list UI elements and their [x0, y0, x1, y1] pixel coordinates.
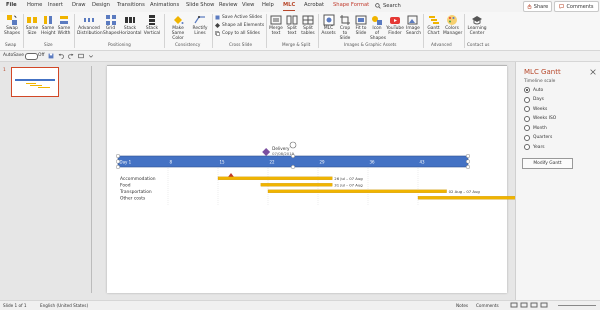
timeline-option[interactable]: Weeks	[524, 106, 547, 112]
task-bar	[267, 189, 447, 193]
task-label: Food	[120, 183, 131, 189]
timeline-option[interactable]: Auto	[524, 87, 543, 93]
tick-label: 29	[320, 160, 326, 165]
timeline-option[interactable]: Month	[524, 125, 547, 131]
tick-label: Day 1	[120, 160, 132, 165]
notes-button[interactable]: Notes	[456, 303, 468, 308]
selection-handle	[291, 164, 296, 169]
task-range-label: 02 Aug – 07 Aug	[449, 189, 481, 194]
comments-status-button[interactable]: Comments	[476, 303, 499, 308]
timeline-option-label: Weeks ISO	[533, 116, 557, 121]
selection-handle	[466, 159, 471, 164]
radio-button[interactable]	[524, 115, 530, 122]
tick-label: 15	[220, 160, 226, 165]
selection-handle	[466, 164, 471, 169]
selection-handle	[115, 153, 120, 158]
zoom-slider[interactable]	[558, 305, 596, 306]
timeline-option-label: Quarters	[533, 135, 553, 140]
radio-button[interactable]	[524, 106, 530, 112]
radio-button[interactable]	[524, 87, 530, 93]
selection-handle	[115, 164, 120, 169]
timeline-option[interactable]: Quarters	[524, 134, 553, 141]
timeline-option[interactable]: Years	[524, 144, 545, 150]
pane-title: MLC Gantt	[524, 68, 561, 76]
timeline-option[interactable]: Days	[524, 96, 544, 103]
milestone-diamond	[262, 148, 271, 156]
tick-label: 36	[370, 160, 376, 165]
task-bar	[260, 183, 333, 187]
today-marker	[228, 173, 234, 177]
rotate-handle	[289, 141, 297, 149]
timeline-option-label: Days	[533, 97, 544, 102]
task-bar	[217, 176, 333, 180]
radio-button[interactable]	[524, 144, 530, 150]
task-label: Other costs	[120, 196, 146, 202]
timeline-option-label: Years	[533, 144, 545, 150]
slide-count: Slide 1 of 1	[3, 303, 27, 308]
close-icon[interactable]	[590, 69, 596, 75]
timeline-scale-label: Timeline scale	[524, 79, 556, 84]
task-range-label: 31 Jul – 07 Aug	[334, 182, 363, 187]
tick-label: 22	[270, 160, 276, 165]
mlc-gantt-pane: MLC Gantt Timeline scale Auto Days Weeks We…	[515, 62, 600, 300]
timeline-option[interactable]: Weeks ISO	[524, 115, 557, 122]
task-range-label: 26 Jul – 07 Aug	[334, 176, 363, 181]
radio-button[interactable]	[524, 134, 530, 141]
tick-label: 43	[420, 160, 426, 165]
milestone-date: 07/08/2019	[272, 151, 294, 156]
language-status[interactable]: English (United States)	[40, 303, 88, 308]
timeline-option-label: Auto	[533, 87, 544, 93]
selection-handle	[466, 153, 471, 158]
timeline-option-label: Weeks	[533, 106, 548, 112]
task-label: Accommodation	[120, 176, 156, 182]
radio-button[interactable]	[524, 125, 530, 131]
modify-gantt-button[interactable]: Modify Gantt	[522, 158, 573, 169]
radio-button[interactable]	[524, 96, 530, 103]
timeline-option-label: Month	[533, 125, 547, 131]
task-label: Transportation	[119, 189, 152, 195]
gantt-chart: Day 1 8 15 22 29 36 43Delivery07/08/2019Accomm…	[115, 141, 600, 205]
view-buttons[interactable]	[510, 302, 554, 308]
